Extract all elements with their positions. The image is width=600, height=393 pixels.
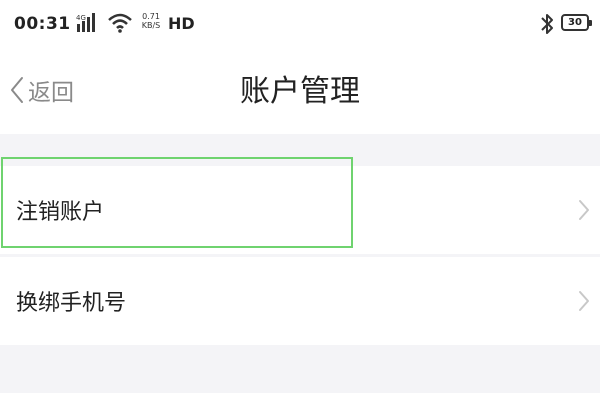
page-title: 账户管理	[240, 74, 360, 109]
network-speed: 0.71 KB/S	[137, 12, 165, 30]
cellular-signal-icon: 4G	[76, 13, 95, 32]
battery-indicator: 30	[561, 14, 592, 31]
deactivate-account-item[interactable]: 注销账户	[0, 166, 600, 254]
wifi-icon	[108, 13, 132, 33]
network-speed-unit: KB/S	[141, 21, 161, 30]
change-phone-number-item[interactable]: 换绑手机号	[0, 257, 600, 345]
navigation-bar: 返回 账户管理	[0, 52, 600, 134]
chevron-right-icon	[579, 200, 589, 220]
change-phone-number-label: 换绑手机号	[16, 291, 127, 316]
network-type-label: 4G	[76, 14, 86, 22]
bluetooth-icon	[541, 14, 553, 34]
chevron-right-icon	[579, 291, 589, 311]
network-speed-value: 0.71	[142, 12, 160, 21]
status-bar: 00:31 4G 0.71 KB/S HD 30	[0, 0, 600, 52]
status-time: 00:31	[14, 14, 71, 34]
deactivate-account-label: 注销账户	[16, 200, 105, 225]
hd-voice-badge: HD	[168, 14, 195, 33]
